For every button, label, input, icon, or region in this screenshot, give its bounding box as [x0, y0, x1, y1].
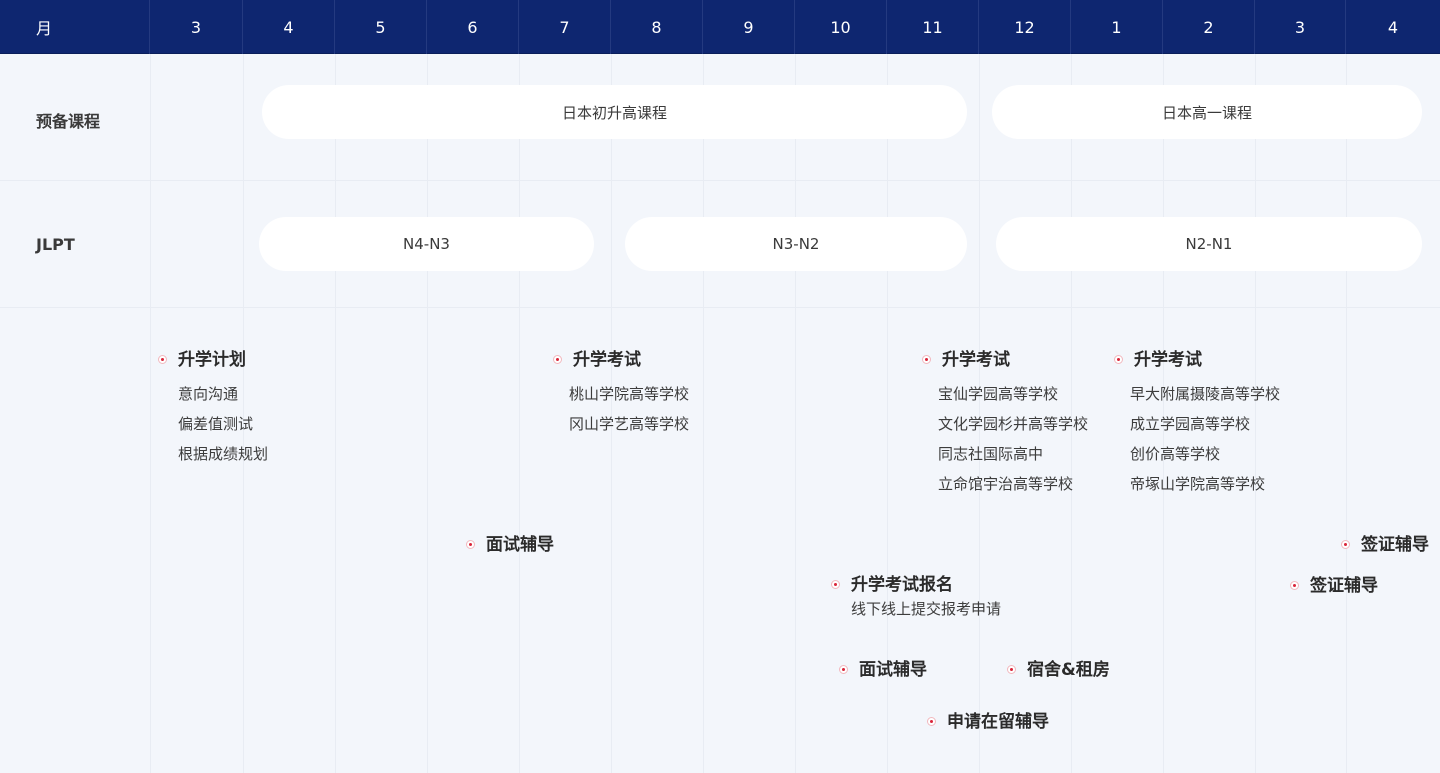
event-item: 冈山学艺高等学校	[569, 415, 690, 433]
month-header-label: 月	[0, 0, 150, 54]
event-plan: 升学计划 意向沟通 偏差值测试 根据成绩规划	[158, 349, 268, 469]
event-item: 立命馆宇治高等学校	[938, 475, 1074, 493]
month-cell: 3	[1255, 0, 1346, 54]
event-title: 申请在留辅导	[947, 712, 1049, 732]
event-exam-3: 升学考试 早大附属摄陵高等学校 成立学园高等学校 创价高等学校 帝塚山学院高等学…	[1114, 349, 1280, 499]
bullet-dot-icon	[839, 665, 848, 674]
month-cell: 4	[1387, 17, 1399, 37]
grid-line	[1346, 54, 1347, 773]
month-cell: 12	[979, 0, 1071, 54]
event-exam-2: 升学考试 宝仙学园高等学校 文化学园杉并高等学校 同志社国际高中 立命馆宇治高等…	[922, 349, 1088, 499]
event-item: 创价高等学校	[1130, 445, 1221, 463]
grid-line	[795, 54, 796, 773]
event-residence: 申请在留辅导	[927, 711, 1049, 733]
course-bar: 日本高一课程	[992, 85, 1422, 139]
month-cell: 7	[519, 0, 611, 54]
event-items: 意向沟通 偏差值测试 根据成绩规划	[178, 379, 268, 469]
jlpt-bar: N2-N1	[996, 217, 1422, 271]
month-cell: 10	[795, 0, 887, 54]
bullet-dot-icon	[831, 580, 840, 589]
grid-line	[427, 54, 428, 773]
bullet-dot-icon	[922, 355, 931, 364]
event-item: 意向沟通	[178, 385, 239, 403]
event-item: 早大附属摄陵高等学校	[1130, 385, 1281, 403]
grid-line	[335, 54, 336, 773]
event-item: 文化学园杉并高等学校	[938, 415, 1089, 433]
event-item: 偏差值测试	[178, 415, 254, 433]
grid-line	[703, 54, 704, 773]
row-divider	[0, 180, 1440, 181]
grid-line	[150, 54, 151, 773]
month-cell: 1	[1071, 0, 1163, 54]
event-title: 宿舍&租房	[1027, 660, 1110, 680]
bullet-dot-icon	[1007, 665, 1016, 674]
event-item: 宝仙学园高等学校	[938, 385, 1059, 403]
event-title: 升学考试	[1134, 350, 1202, 370]
month-cell: 9	[703, 0, 795, 54]
jlpt-bar: N3-N2	[625, 217, 967, 271]
event-title: 升学考试报名	[851, 575, 953, 595]
month-cell: 2	[1163, 0, 1255, 54]
month-cell: 11	[887, 0, 979, 54]
event-item: 线下线上提交报考申请	[851, 600, 1002, 618]
event-title: 签证辅导	[1361, 535, 1429, 555]
grid-line	[519, 54, 520, 773]
bullet-dot-icon	[1114, 355, 1123, 364]
month-header: 月 3 4 5 6 7 8 9 10 11 12 1 2 3 4	[0, 0, 1440, 54]
event-items: 宝仙学园高等学校 文化学园杉并高等学校 同志社国际高中 立命馆宇治高等学校	[938, 379, 1088, 499]
row-divider	[0, 307, 1440, 308]
event-interview-1: 面试辅导	[466, 534, 554, 556]
event-interview-2: 面试辅导	[839, 659, 927, 681]
month-cell: 6	[427, 0, 519, 54]
event-items: 桃山学院高等学校 冈山学艺高等学校	[569, 379, 689, 439]
event-title: 升学计划	[178, 350, 246, 370]
event-item: 根据成绩规划	[178, 445, 269, 463]
event-item: 桃山学院高等学校	[569, 385, 690, 403]
bullet-dot-icon	[1341, 540, 1350, 549]
event-title: 升学考试	[942, 350, 1010, 370]
month-cell: 5	[335, 0, 427, 54]
month-cell: 3	[150, 0, 243, 54]
bullet-dot-icon	[553, 355, 562, 364]
bullet-dot-icon	[927, 717, 936, 726]
event-housing: 宿舍&租房	[1007, 659, 1110, 681]
month-cell: 8	[611, 0, 703, 54]
event-items: 早大附属摄陵高等学校 成立学园高等学校 创价高等学校 帝塚山学院高等学校	[1130, 379, 1280, 499]
event-register: 升学考试报名 线下线上提交报考申请	[831, 574, 1001, 620]
event-items: 线下线上提交报考申请	[851, 598, 1001, 620]
course-bar: 日本初升高课程	[262, 85, 967, 139]
bullet-dot-icon	[466, 540, 475, 549]
event-item: 同志社国际高中	[938, 445, 1044, 463]
event-title: 面试辅导	[859, 660, 927, 680]
event-title: 签证辅导	[1310, 576, 1378, 596]
jlpt-bar: N4-N3	[259, 217, 594, 271]
event-visa-1: 签证辅导	[1341, 534, 1429, 556]
row-label-jlpt: JLPT	[36, 235, 75, 254]
row-label-prep: 预备课程	[36, 112, 101, 131]
event-item: 成立学园高等学校	[1130, 415, 1251, 433]
bullet-dot-icon	[1290, 581, 1299, 590]
event-item: 帝塚山学院高等学校	[1130, 475, 1266, 493]
month-cell: 4	[243, 0, 335, 54]
bullet-dot-icon	[158, 355, 167, 364]
event-visa-2: 签证辅导	[1290, 575, 1378, 597]
event-exam-1: 升学考试 桃山学院高等学校 冈山学艺高等学校	[553, 349, 689, 439]
event-title: 面试辅导	[486, 535, 554, 555]
event-title: 升学考试	[573, 350, 641, 370]
